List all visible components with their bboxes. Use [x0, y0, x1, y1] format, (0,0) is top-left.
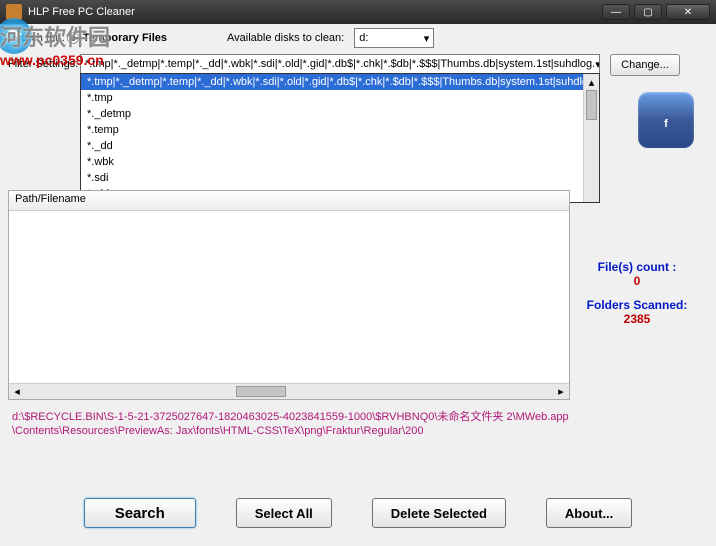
dropdown-option[interactable]: *.tmp — [81, 90, 599, 106]
search-mode-row: Search for : Temporary Files Available d… — [0, 24, 716, 52]
temp-files-label: Temporary Files — [83, 32, 167, 44]
titlebar: HLP Free PC Cleaner — ▢ ✕ — [0, 0, 716, 24]
dropdown-option[interactable]: *.temp — [81, 122, 599, 138]
dropdown-option[interactable]: *.wbk — [81, 154, 599, 170]
filter-value: *.tmp|*._detmp|*.temp|*._dd|*.wbk|*.sdi|… — [85, 58, 595, 70]
delete-selected-button[interactable]: Delete Selected — [372, 498, 506, 528]
scroll-right-icon[interactable]: ▸ — [553, 384, 569, 399]
close-button[interactable]: ✕ — [666, 4, 710, 20]
files-count-value: 0 — [572, 274, 702, 288]
horizontal-scrollbar[interactable]: ◂ ▸ — [9, 383, 569, 399]
maximize-button[interactable]: ▢ — [634, 4, 662, 20]
about-button[interactable]: About... — [546, 498, 632, 528]
scroll-left-icon[interactable]: ◂ — [9, 384, 25, 399]
status-path: d:\$RECYCLE.BIN\S-1-5-21-3725027647-1820… — [12, 410, 572, 438]
filter-combobox[interactable]: *.tmp|*._detmp|*.temp|*._dd|*.wbk|*.sdi|… — [80, 54, 600, 74]
scroll-thumb[interactable] — [236, 386, 286, 397]
folders-scanned-value: 2385 — [572, 312, 702, 326]
stats-panel: File(s) count : 0 Folders Scanned: 2385 — [572, 260, 702, 326]
filter-dropdown[interactable]: *.tmp|*._detmp|*.temp|*._dd|*.wbk|*.sdi|… — [80, 73, 600, 203]
temp-files-radio[interactable] — [67, 32, 79, 44]
filter-row: Filter Settings: *.tmp|*._detmp|*.temp|*… — [0, 52, 716, 205]
dropdown-option[interactable]: *._detmp — [81, 106, 599, 122]
scroll-up-icon[interactable]: ▴ — [584, 74, 599, 90]
folders-scanned-label: Folders Scanned: — [572, 298, 702, 312]
chevron-down-icon[interactable]: ▾ — [595, 58, 600, 71]
search-button[interactable]: Search — [84, 498, 196, 528]
dropdown-option[interactable]: *.sdi — [81, 170, 599, 186]
disk-select[interactable]: d: ▾ — [354, 28, 434, 48]
scroll-thumb[interactable] — [586, 90, 597, 120]
select-all-button[interactable]: Select All — [236, 498, 332, 528]
chevron-down-icon: ▾ — [424, 32, 430, 45]
available-disks-label: Available disks to clean: — [227, 32, 344, 44]
disk-value: d: — [359, 32, 368, 44]
dropdown-scrollbar[interactable]: ▴ — [583, 74, 599, 202]
dropdown-option[interactable]: *._dd — [81, 138, 599, 154]
minimize-button[interactable]: — — [602, 4, 630, 20]
window-title: HLP Free PC Cleaner — [28, 6, 135, 18]
dropdown-option[interactable]: *.tmp|*._detmp|*.temp|*._dd|*.wbk|*.sdi|… — [81, 74, 599, 90]
files-count-label: File(s) count : — [572, 260, 702, 274]
change-button[interactable]: Change... — [610, 54, 680, 76]
button-row: Search Select All Delete Selected About.… — [0, 498, 716, 528]
column-header[interactable]: Path/Filename — [9, 191, 569, 211]
filter-label: Filter Settings: — [8, 54, 80, 70]
facebook-icon[interactable]: f — [638, 92, 694, 148]
results-list[interactable]: Path/Filename ◂ ▸ — [8, 190, 570, 400]
